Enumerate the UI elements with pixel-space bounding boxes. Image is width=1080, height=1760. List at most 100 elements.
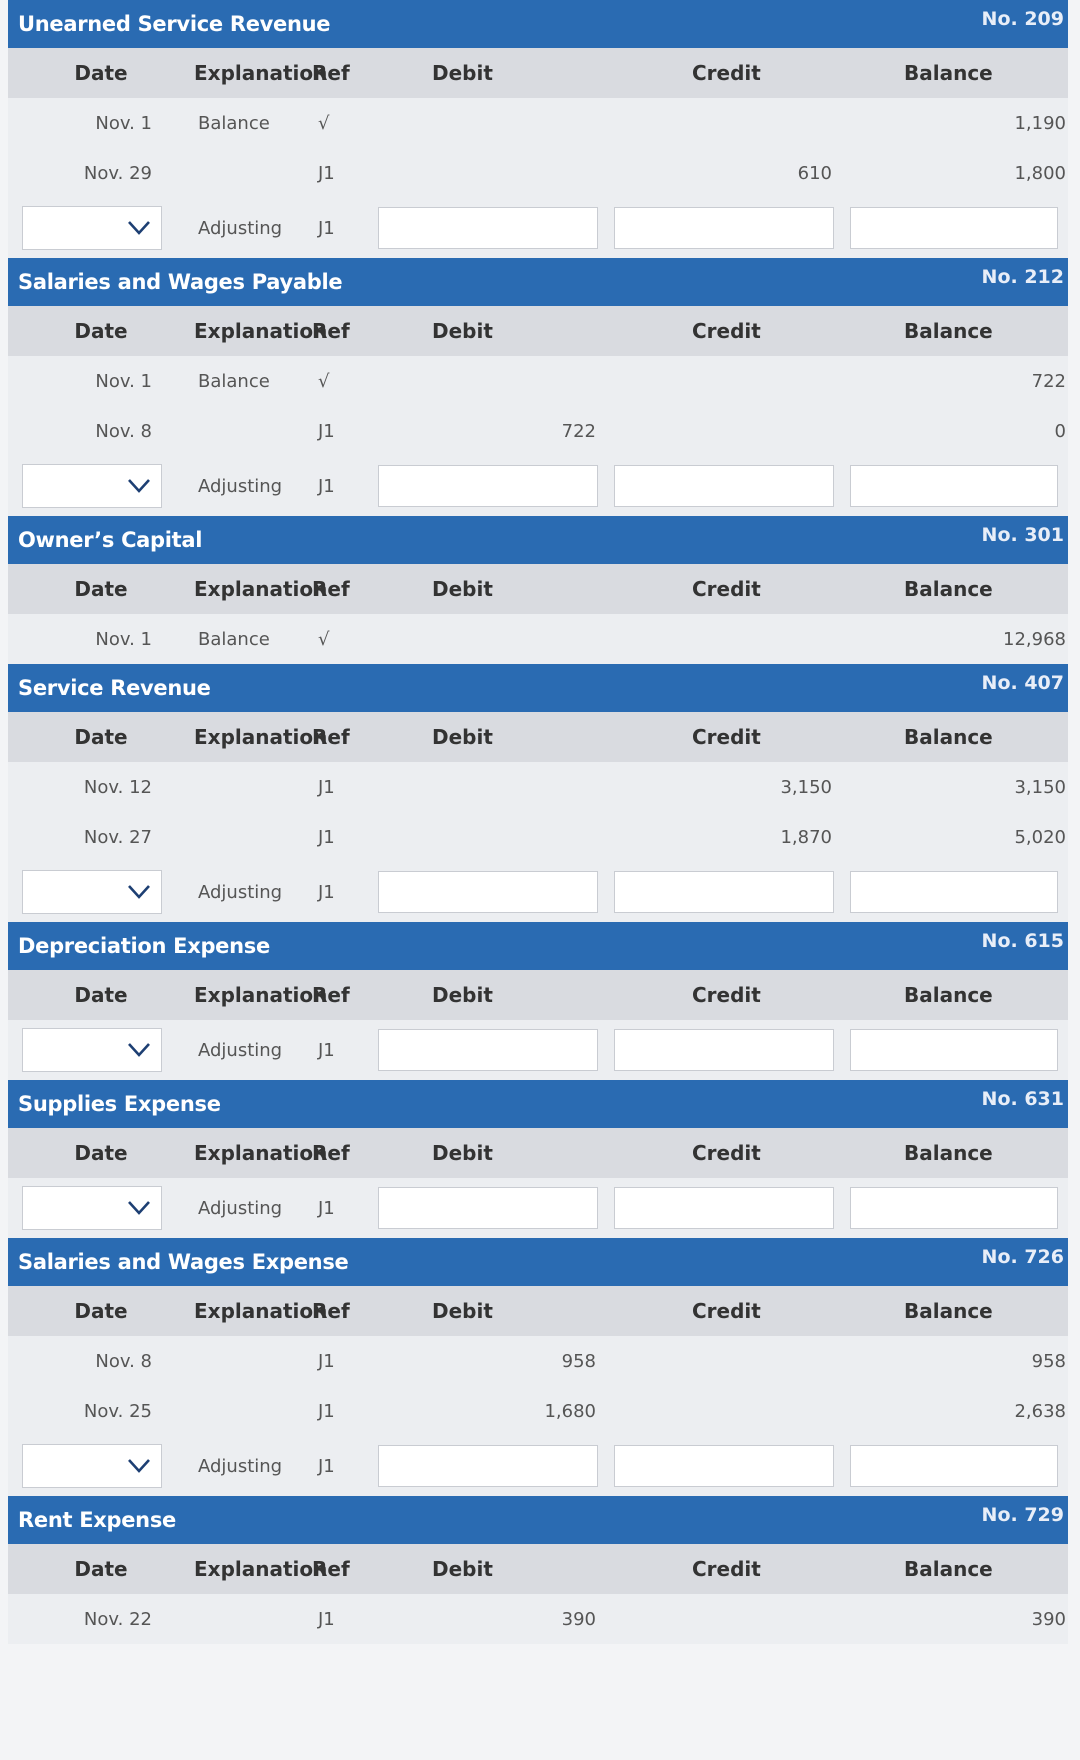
date-select[interactable]: [22, 1444, 162, 1488]
col-debit-header: Debit: [432, 1299, 493, 1323]
row-date: Nov. 1: [95, 370, 152, 392]
col-balance-header: Balance: [904, 1141, 993, 1165]
debit-cell: [372, 207, 608, 249]
account-title: Salaries and Wages Payable: [18, 270, 343, 294]
col-debit-header: Debit: [432, 61, 493, 85]
account-number: No. 631: [981, 1088, 1064, 1110]
row-ref: J1: [318, 1400, 335, 1422]
credit-input[interactable]: [614, 207, 834, 249]
ledger-row: Nov. 8 J1 722 0: [8, 406, 1068, 456]
credit-input[interactable]: [614, 1187, 834, 1229]
col-explanation-header: Explanation: [194, 61, 328, 85]
row-balance: 0: [1054, 420, 1066, 442]
col-credit-header: Credit: [692, 1299, 761, 1323]
account-number: No. 209: [981, 8, 1064, 30]
account-title: Rent Expense: [18, 1508, 176, 1532]
debit-input[interactable]: [378, 1029, 598, 1071]
account-title: Service Revenue: [18, 676, 211, 700]
row-ref: J1: [318, 1455, 335, 1477]
debit-input[interactable]: [378, 1445, 598, 1487]
debit-cell: [372, 1445, 608, 1487]
credit-cell: [608, 1445, 844, 1487]
date-select[interactable]: [22, 870, 162, 914]
chevron-down-icon: [127, 217, 150, 237]
debit-input[interactable]: [378, 207, 598, 249]
row-date: Nov. 1: [95, 112, 152, 134]
debit-input[interactable]: [378, 1187, 598, 1229]
balance-input[interactable]: [850, 1187, 1058, 1229]
account-block: Unearned Service Revenue No. 209 Date Expla…: [8, 0, 1068, 258]
row-balance: 3,150: [1014, 776, 1066, 798]
adjusting-row: Adjusting J1: [8, 1178, 1068, 1238]
date-select[interactable]: [22, 464, 162, 508]
adjusting-row: Adjusting J1: [8, 862, 1068, 922]
col-ref-header: Ref: [312, 319, 350, 343]
row-ref: √: [318, 628, 330, 650]
credit-cell: [608, 465, 844, 507]
debit-input[interactable]: [378, 871, 598, 913]
adjusting-row: Adjusting J1: [8, 1020, 1068, 1080]
row-ref: J1: [318, 475, 335, 497]
col-balance-header: Balance: [904, 1299, 993, 1323]
ledger-row: Nov. 1 Balance √ 12,968: [8, 614, 1068, 664]
chevron-down-icon: [127, 1039, 150, 1059]
chevron-down-icon: [127, 1197, 150, 1217]
col-explanation-header: Explanation: [194, 1299, 328, 1323]
row-ref: J1: [318, 162, 335, 184]
balance-input[interactable]: [850, 1029, 1058, 1071]
col-credit-header: Credit: [692, 1141, 761, 1165]
account-number: No. 615: [981, 930, 1064, 952]
row-ref: √: [318, 370, 330, 392]
row-date: Nov. 12: [83, 776, 152, 798]
chevron-down-icon: [127, 475, 150, 495]
debit-input[interactable]: [378, 465, 598, 507]
credit-input[interactable]: [614, 465, 834, 507]
col-balance-header: Balance: [904, 725, 993, 749]
balance-cell: [844, 207, 1068, 249]
balance-cell: [844, 871, 1068, 913]
row-ref: J1: [318, 881, 335, 903]
credit-input[interactable]: [614, 1445, 834, 1487]
col-balance-header: Balance: [904, 319, 993, 343]
column-header-row: Date Explanation Ref Debit Credit Balance: [8, 48, 1068, 98]
ledger-row: Nov. 29 J1 610 1,800: [8, 148, 1068, 198]
date-select[interactable]: [22, 1186, 162, 1230]
row-date: Nov. 8: [95, 1350, 152, 1372]
col-date-header: Date: [74, 983, 128, 1007]
account-header: Supplies Expense No. 631: [8, 1080, 1068, 1128]
row-ref: J1: [318, 776, 335, 798]
col-date-header: Date: [74, 319, 128, 343]
col-credit-header: Credit: [692, 577, 761, 601]
date-select[interactable]: [22, 206, 162, 250]
row-ref: J1: [318, 1197, 335, 1219]
row-ref: J1: [318, 1039, 335, 1061]
col-credit-header: Credit: [692, 319, 761, 343]
credit-input[interactable]: [614, 1029, 834, 1071]
balance-input[interactable]: [850, 465, 1058, 507]
col-explanation-header: Explanation: [194, 577, 328, 601]
debit-cell: [372, 465, 608, 507]
date-select[interactable]: [22, 1028, 162, 1072]
col-ref-header: Ref: [312, 725, 350, 749]
col-explanation-header: Explanation: [194, 319, 328, 343]
balance-input[interactable]: [850, 207, 1058, 249]
date-cell: [8, 1028, 162, 1072]
col-explanation-header: Explanation: [194, 1141, 328, 1165]
col-ref-header: Ref: [312, 61, 350, 85]
date-cell: [8, 1444, 162, 1488]
account-number: No. 729: [981, 1504, 1064, 1526]
row-balance: 5,020: [1014, 826, 1066, 848]
credit-input[interactable]: [614, 871, 834, 913]
account-number: No. 726: [981, 1246, 1064, 1268]
col-debit-header: Debit: [432, 1141, 493, 1165]
balance-cell: [844, 1187, 1068, 1229]
row-date: Nov. 22: [83, 1608, 152, 1630]
row-date: Nov. 25: [83, 1400, 152, 1422]
account-block: Rent Expense No. 729 Date Explanation Ref Deb…: [8, 1496, 1068, 1644]
row-ref: J1: [318, 217, 335, 239]
credit-cell: [608, 871, 844, 913]
balance-input[interactable]: [850, 1445, 1058, 1487]
ledger-row: Nov. 1 Balance √ 722: [8, 356, 1068, 406]
balance-input[interactable]: [850, 871, 1058, 913]
debit-cell: [372, 1029, 608, 1071]
